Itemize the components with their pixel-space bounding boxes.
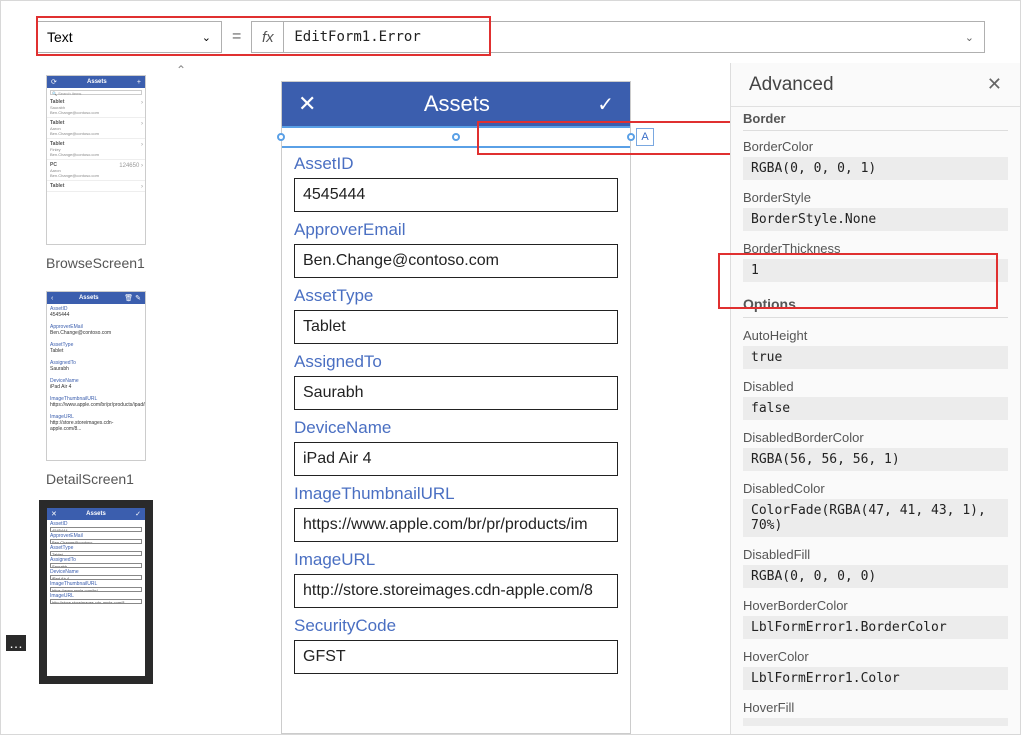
assignedto-input[interactable]: Saurabh — [294, 376, 618, 410]
app-header: ✕ Assets ✓ — [282, 82, 630, 126]
field-label: AssetType — [294, 286, 618, 306]
property-dropdown-value: Text — [47, 29, 73, 45]
prop-label: DisabledFill — [743, 547, 1008, 562]
advanced-header: Advanced ✕ — [731, 63, 1020, 107]
formula-text: EditForm1.Error — [294, 29, 420, 45]
chevron-down-icon[interactable]: ⌄ — [965, 31, 974, 44]
fx-icon[interactable]: fx — [251, 21, 283, 53]
disabledbordercolor-input[interactable]: RGBA(56, 56, 56, 1) — [743, 448, 1008, 471]
borderthickness-input[interactable]: 1 — [743, 259, 1008, 282]
advanced-title: Advanced — [749, 74, 834, 96]
prop-label: BorderThickness — [743, 241, 1008, 256]
selected-error-label[interactable]: A — [282, 126, 630, 148]
page-title: Assets — [424, 91, 490, 117]
edit-form: AssetID 4545444 ApproverEmail Ben.Change@c… — [282, 148, 630, 688]
advanced-panel: Advanced ✕ Border BorderColor RGBA(0, 0, … — [730, 63, 1020, 734]
devicename-input[interactable]: iPad Air 4 — [294, 442, 618, 476]
borderstyle-input[interactable]: BorderStyle.None — [743, 208, 1008, 231]
close-icon[interactable]: ✕ — [298, 91, 316, 117]
hovercolor-input[interactable]: LblFormError1.Color — [743, 667, 1008, 690]
prop-label: DisabledColor — [743, 481, 1008, 496]
disabledfill-input[interactable]: RGBA(0, 0, 0, 0) — [743, 565, 1008, 588]
thumbnail-detail-screen[interactable]: ‹Assets🗑 ✎ AssetID4545444 ApproverEMailB… — [46, 291, 196, 487]
prop-label: BorderStyle — [743, 190, 1008, 205]
field-label: DeviceName — [294, 418, 618, 438]
property-dropdown[interactable]: Text ⌄ — [36, 21, 222, 53]
check-icon[interactable]: ✓ — [597, 92, 614, 117]
securitycode-input[interactable]: GFST — [294, 640, 618, 674]
autoheight-input[interactable]: true — [743, 346, 1008, 369]
prop-label: HoverFill — [743, 700, 1008, 715]
disabled-input[interactable]: false — [743, 397, 1008, 420]
approveremail-input[interactable]: Ben.Change@contoso.com — [294, 244, 618, 278]
formula-input[interactable]: EditForm1.Error ⌄ — [283, 21, 985, 53]
more-icon[interactable]: … — [6, 635, 26, 651]
thumbnail-label: BrowseScreen1 — [46, 255, 196, 271]
section-options: Options — [743, 296, 1008, 318]
prop-label: HoverBorderColor — [743, 598, 1008, 613]
field-label: SecurityCode — [294, 616, 618, 636]
imagethumbnailurl-input[interactable]: https://www.apple.com/br/pr/products/im — [294, 508, 618, 542]
prop-label: HoverColor — [743, 649, 1008, 664]
imageurl-input[interactable]: http://store.storeimages.cdn-apple.com/8 — [294, 574, 618, 608]
resize-handle[interactable] — [277, 133, 285, 141]
thumbnail-label: DetailScreen1 — [46, 471, 196, 487]
canvas: ✕ Assets ✓ A AssetID 4545444 ApproverEmai… — [196, 63, 730, 734]
thumbnail-edit-screen[interactable]: ✕Assets✓ AssetID4545444 ApproverEMailBen… — [46, 507, 196, 677]
field-label: ImageURL — [294, 550, 618, 570]
section-border: Border — [743, 111, 1008, 131]
prop-label: DisabledBorderColor — [743, 430, 1008, 445]
resize-handle[interactable] — [452, 133, 460, 141]
prop-label: AutoHeight — [743, 328, 1008, 343]
collapse-thumbnails-icon[interactable]: ⌃ — [176, 63, 186, 77]
field-label: AssetID — [294, 154, 618, 174]
thumbnail-browse-screen[interactable]: ⟳Assets+ 🔍 Search items TabletSaurabhBen… — [46, 75, 196, 271]
hoverbordercolor-input[interactable]: LblFormError1.BorderColor — [743, 616, 1008, 639]
resize-handle[interactable] — [627, 133, 635, 141]
assetid-input[interactable]: 4545444 — [294, 178, 618, 212]
advanced-scroll[interactable]: Border BorderColor RGBA(0, 0, 0, 1) Borde… — [731, 107, 1020, 734]
prop-label: BorderColor — [743, 139, 1008, 154]
hoverfill-input[interactable] — [743, 718, 1008, 726]
equals-label: = — [232, 28, 241, 46]
phone-preview: ✕ Assets ✓ A AssetID 4545444 ApproverEmai… — [281, 81, 631, 734]
chevron-down-icon: ⌄ — [202, 31, 211, 44]
text-indicator-icon: A — [636, 128, 654, 146]
field-label: AssignedTo — [294, 352, 618, 372]
bordercolor-input[interactable]: RGBA(0, 0, 0, 1) — [743, 157, 1008, 180]
search-icon: 🔍 Search items — [50, 90, 142, 95]
formula-bar: Text ⌄ = fx EditForm1.Error ⌄ — [36, 19, 985, 55]
field-label: ImageThumbnailURL — [294, 484, 618, 504]
assettype-input[interactable]: Tablet — [294, 310, 618, 344]
screen-thumbnails-panel: ⌃ ⟳Assets+ 🔍 Search items TabletSaurabhB… — [1, 63, 196, 734]
prop-label: Disabled — [743, 379, 1008, 394]
disabledcolor-input[interactable]: ColorFade(RGBA(47, 41, 43, 1), 70%) — [743, 499, 1008, 537]
close-icon[interactable]: ✕ — [987, 74, 1002, 95]
workspace: ⌃ ⟳Assets+ 🔍 Search items TabletSaurabhB… — [1, 63, 1020, 734]
field-label: ApproverEmail — [294, 220, 618, 240]
